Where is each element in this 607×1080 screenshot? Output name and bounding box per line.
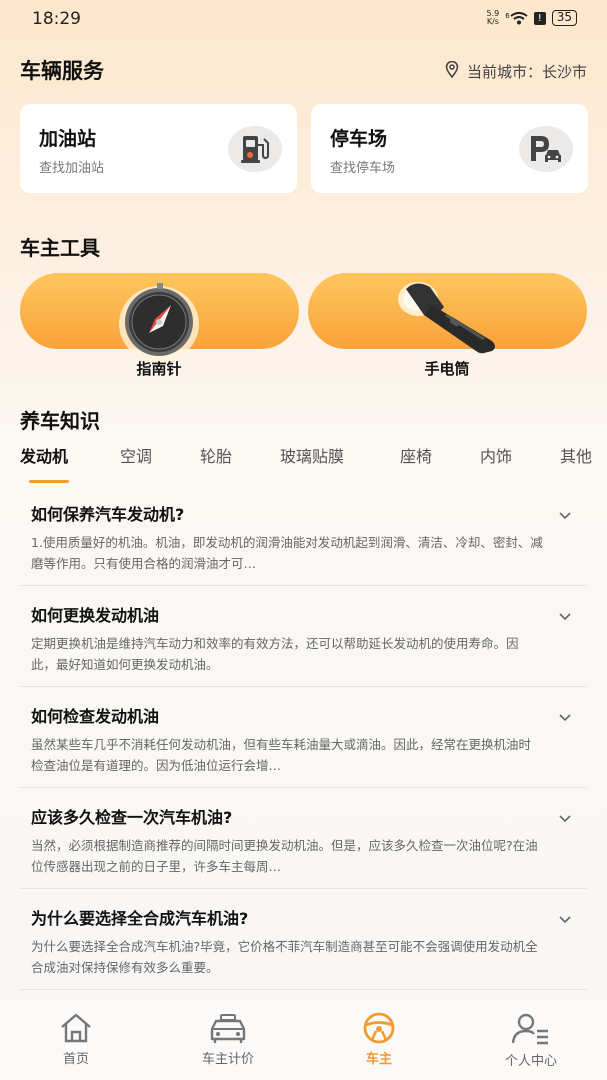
compass-label: 指南针: [136, 360, 182, 378]
nav-owner[interactable]: 车主: [324, 1012, 434, 1074]
article-item[interactable]: 如何保养汽车发动机? 1.使用质量好的机油。机油，即发动机的润滑油能对发动机起到…: [20, 485, 587, 586]
gas-station-card[interactable]: 加油站 查找加油站: [20, 104, 297, 193]
article-question: 为什么要选择全合成汽车机油?: [31, 909, 249, 928]
chevron-down-icon[interactable]: [557, 709, 573, 725]
status-bar: 18:29 5.9 K/s 6 ! 35: [0, 0, 607, 40]
tab-other[interactable]: 其他: [560, 443, 592, 467]
article-question: 应该多久检查一次汽车机油?: [31, 808, 233, 827]
card-subtitle: 查找停车场: [330, 161, 396, 176]
article-item[interactable]: 如何检查发动机油 虽然某些车几乎不消耗任何发动机油，但有些车耗油量大或滴油。因此…: [20, 687, 587, 788]
alert-icon: !: [533, 11, 546, 25]
status-icons: 5.9 K/s 6 ! 35: [487, 10, 577, 26]
page-header: 车辆服务 当前城市：长沙市: [20, 55, 587, 87]
article-answer: 虽然某些车几乎不消耗任何发动机油，但有些车耗油量大或滴油。因此，经常在更换机油时…: [31, 737, 532, 773]
battery-icon: 35: [551, 10, 577, 26]
flashlight-tool-button[interactable]: [308, 273, 587, 354]
nav-home[interactable]: 首页: [21, 1012, 131, 1074]
parking-icon: [519, 126, 573, 172]
wifi-icon: 6: [505, 12, 528, 25]
chevron-down-icon[interactable]: [557, 810, 573, 826]
location-pin-icon: [445, 60, 459, 82]
article-question: 如何检查发动机油: [31, 707, 160, 726]
tools-section-title: 车主工具: [20, 236, 100, 260]
knowledge-tabs: 发动机 空调 轮胎 玻璃贴膜 座椅 内饰 其他: [20, 443, 607, 489]
card-title: 加油站: [39, 128, 97, 150]
card-title: 停车场: [330, 128, 388, 150]
nav-owner-pricing[interactable]: 车主计价: [173, 1012, 283, 1074]
chevron-down-icon[interactable]: [557, 911, 573, 927]
knowledge-section-title: 养车知识: [20, 409, 100, 433]
article-item[interactable]: 应该多久检查一次汽车机油? 当然，必须根据制造商推荐的间隔时间更换发动机油。但是…: [20, 788, 587, 889]
parking-card[interactable]: 停车场 查找停车场: [311, 104, 588, 193]
tab-interior[interactable]: 内饰: [480, 443, 512, 467]
compass-tool-button[interactable]: [20, 273, 299, 362]
active-tab-indicator: [29, 480, 69, 483]
article-item[interactable]: 为什么要选择全合成汽车机油? 为什么要选择全合成汽车机油?毕竟，它价格不菲汽车制…: [20, 889, 587, 990]
status-time: 18:29: [32, 9, 81, 29]
article-answer: 1.使用质量好的机油。机油，即发动机的润滑油能对发动机起到润滑、清洁、冷却、密封…: [31, 535, 543, 571]
nav-label: 车主: [365, 1052, 392, 1067]
chevron-down-icon[interactable]: [557, 507, 573, 523]
tab-tires[interactable]: 轮胎: [200, 443, 232, 467]
card-subtitle: 查找加油站: [39, 161, 105, 176]
person-list-icon: [511, 1013, 548, 1045]
article-question: 如何更换发动机油: [31, 606, 160, 625]
flashlight-label: 手电筒: [424, 360, 470, 378]
nav-label: 首页: [62, 1052, 89, 1067]
city-label: 当前城市：: [466, 63, 542, 81]
tab-window-film[interactable]: 玻璃贴膜: [280, 443, 344, 467]
article-answer: 当然，必须根据制造商推荐的间隔时间更换发动机油。但是，应该多久检查一次油位呢?在…: [31, 838, 538, 874]
tab-engine[interactable]: 发动机: [20, 443, 68, 467]
chevron-down-icon[interactable]: [557, 608, 573, 624]
car-icon: [210, 1014, 246, 1043]
flashlight-icon: [396, 277, 508, 359]
nav-profile[interactable]: 个人中心: [476, 1012, 586, 1074]
bottom-navigation: 首页 车主计价 车主 个人中心: [0, 1000, 607, 1080]
article-answer: 定期更换机油是维持汽车动力和效率的有效方法，还可以帮助延长发动机的使用寿命。因此…: [31, 636, 519, 672]
tab-air-conditioning[interactable]: 空调: [120, 443, 152, 467]
article-answer: 为什么要选择全合成汽车机油?毕竟，它价格不菲汽车制造商甚至可能不会强调使用发动机…: [31, 939, 538, 975]
tab-seats[interactable]: 座椅: [400, 443, 432, 467]
steering-wheel-icon: [363, 1012, 395, 1044]
compass-icon: [113, 279, 205, 369]
net-speed: 5.9 K/s: [486, 9, 500, 26]
city-selector[interactable]: 当前城市：长沙市: [445, 60, 587, 82]
city-name: 长沙市: [541, 63, 587, 81]
nav-label: 车主计价: [201, 1052, 254, 1067]
nav-label: 个人中心: [504, 1054, 557, 1069]
article-question: 如何保养汽车发动机?: [31, 505, 185, 524]
article-item[interactable]: 如何更换发动机油 定期更换机油是维持汽车动力和效率的有效方法，还可以帮助延长发动…: [20, 586, 587, 687]
home-icon: [61, 1013, 91, 1043]
gas-station-icon: [228, 126, 282, 172]
